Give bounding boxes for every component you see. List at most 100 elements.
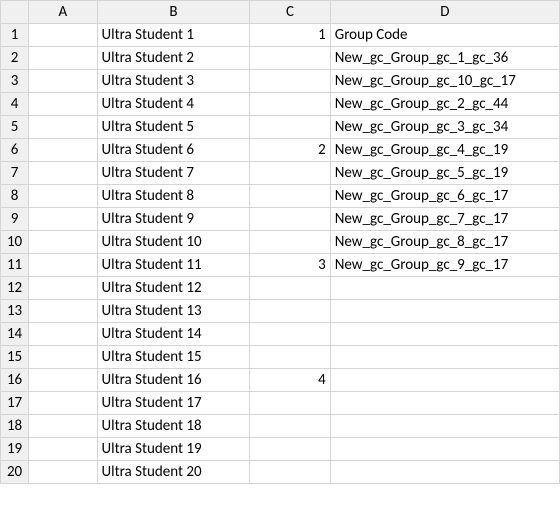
row-header[interactable]: 14 <box>1 323 29 346</box>
row-header[interactable]: 8 <box>1 185 29 208</box>
cell-A[interactable] <box>29 231 97 254</box>
cell-C[interactable] <box>250 70 330 93</box>
cell-C[interactable] <box>250 116 330 139</box>
cell-C[interactable]: 1 <box>250 24 330 47</box>
cell-C[interactable]: 3 <box>250 254 330 277</box>
cell-B[interactable]: Ultra Student 17 <box>97 392 250 415</box>
cell-B[interactable]: Ultra Student 19 <box>97 438 250 461</box>
cell-C[interactable] <box>250 300 330 323</box>
cell-A[interactable] <box>29 254 97 277</box>
col-header-A[interactable]: A <box>29 1 97 24</box>
cell-D[interactable]: Group Code <box>330 24 559 47</box>
cell-B[interactable]: Ultra Student 3 <box>97 70 250 93</box>
col-header-C[interactable]: C <box>250 1 330 24</box>
col-header-B[interactable]: B <box>97 1 250 24</box>
cell-A[interactable] <box>29 323 97 346</box>
cell-A[interactable] <box>29 116 97 139</box>
row-header[interactable]: 1 <box>1 24 29 47</box>
cell-A[interactable] <box>29 300 97 323</box>
cell-C[interactable] <box>250 323 330 346</box>
cell-B[interactable]: Ultra Student 4 <box>97 93 250 116</box>
cell-C[interactable]: 4 <box>250 369 330 392</box>
row-header[interactable]: 16 <box>1 369 29 392</box>
cell-D[interactable]: New_gc_Group_gc_2_gc_44 <box>330 93 559 116</box>
cell-B[interactable]: Ultra Student 10 <box>97 231 250 254</box>
row-header[interactable]: 13 <box>1 300 29 323</box>
row-header[interactable]: 12 <box>1 277 29 300</box>
cell-A[interactable] <box>29 438 97 461</box>
row-header[interactable]: 18 <box>1 415 29 438</box>
cell-A[interactable] <box>29 369 97 392</box>
cell-C[interactable] <box>250 162 330 185</box>
cell-B[interactable]: Ultra Student 7 <box>97 162 250 185</box>
cell-D[interactable]: New_gc_Group_gc_5_gc_19 <box>330 162 559 185</box>
cell-B[interactable]: Ultra Student 20 <box>97 461 250 484</box>
cell-C[interactable] <box>250 47 330 70</box>
cell-A[interactable] <box>29 185 97 208</box>
cell-B[interactable]: Ultra Student 6 <box>97 139 250 162</box>
cell-B[interactable]: Ultra Student 13 <box>97 300 250 323</box>
cell-A[interactable] <box>29 392 97 415</box>
row-header[interactable]: 10 <box>1 231 29 254</box>
cell-D[interactable] <box>330 392 559 415</box>
cell-A[interactable] <box>29 277 97 300</box>
cell-D[interactable]: New_gc_Group_gc_3_gc_34 <box>330 116 559 139</box>
cell-C[interactable] <box>250 392 330 415</box>
cell-C[interactable] <box>250 277 330 300</box>
cell-D[interactable] <box>330 323 559 346</box>
cell-A[interactable] <box>29 208 97 231</box>
cell-A[interactable] <box>29 346 97 369</box>
cell-B[interactable]: Ultra Student 9 <box>97 208 250 231</box>
cell-D[interactable]: New_gc_Group_gc_1_gc_36 <box>330 47 559 70</box>
cell-B[interactable]: Ultra Student 2 <box>97 47 250 70</box>
cell-D[interactable]: New_gc_Group_gc_9_gc_17 <box>330 254 559 277</box>
cell-C[interactable] <box>250 415 330 438</box>
cell-B[interactable]: Ultra Student 18 <box>97 415 250 438</box>
cell-D[interactable]: New_gc_Group_gc_7_gc_17 <box>330 208 559 231</box>
row-header[interactable]: 4 <box>1 93 29 116</box>
cell-C[interactable] <box>250 93 330 116</box>
col-header-D[interactable]: D <box>330 1 559 24</box>
cell-B[interactable]: Ultra Student 12 <box>97 277 250 300</box>
row-header[interactable]: 7 <box>1 162 29 185</box>
cell-C[interactable]: 2 <box>250 139 330 162</box>
cell-D[interactable] <box>330 346 559 369</box>
cell-D[interactable]: New_gc_Group_gc_8_gc_17 <box>330 231 559 254</box>
cell-C[interactable] <box>250 231 330 254</box>
cell-A[interactable] <box>29 47 97 70</box>
cell-D[interactable] <box>330 461 559 484</box>
cell-C[interactable] <box>250 346 330 369</box>
row-header[interactable]: 11 <box>1 254 29 277</box>
select-all-corner[interactable] <box>1 1 29 24</box>
row-header[interactable]: 20 <box>1 461 29 484</box>
cell-A[interactable] <box>29 93 97 116</box>
cell-A[interactable] <box>29 461 97 484</box>
cell-C[interactable] <box>250 461 330 484</box>
cell-B[interactable]: Ultra Student 1 <box>97 24 250 47</box>
row-header[interactable]: 5 <box>1 116 29 139</box>
cell-D[interactable]: New_gc_Group_gc_4_gc_19 <box>330 139 559 162</box>
cell-B[interactable]: Ultra Student 8 <box>97 185 250 208</box>
cell-A[interactable] <box>29 24 97 47</box>
cell-C[interactable] <box>250 185 330 208</box>
cell-A[interactable] <box>29 415 97 438</box>
row-header[interactable]: 15 <box>1 346 29 369</box>
cell-B[interactable]: Ultra Student 16 <box>97 369 250 392</box>
cell-D[interactable] <box>330 300 559 323</box>
row-header[interactable]: 2 <box>1 47 29 70</box>
cell-D[interactable]: New_gc_Group_gc_10_gc_17 <box>330 70 559 93</box>
cell-D[interactable] <box>330 277 559 300</box>
row-header[interactable]: 9 <box>1 208 29 231</box>
spreadsheet[interactable]: A B C D 1Ultra Student 11Group Code2Ultr… <box>0 0 560 484</box>
cell-D[interactable] <box>330 438 559 461</box>
cell-B[interactable]: Ultra Student 5 <box>97 116 250 139</box>
row-header[interactable]: 6 <box>1 139 29 162</box>
cell-A[interactable] <box>29 162 97 185</box>
row-header[interactable]: 3 <box>1 70 29 93</box>
cell-B[interactable]: Ultra Student 11 <box>97 254 250 277</box>
cell-B[interactable]: Ultra Student 15 <box>97 346 250 369</box>
cell-A[interactable] <box>29 139 97 162</box>
cell-D[interactable] <box>330 369 559 392</box>
row-header[interactable]: 17 <box>1 392 29 415</box>
row-header[interactable]: 19 <box>1 438 29 461</box>
